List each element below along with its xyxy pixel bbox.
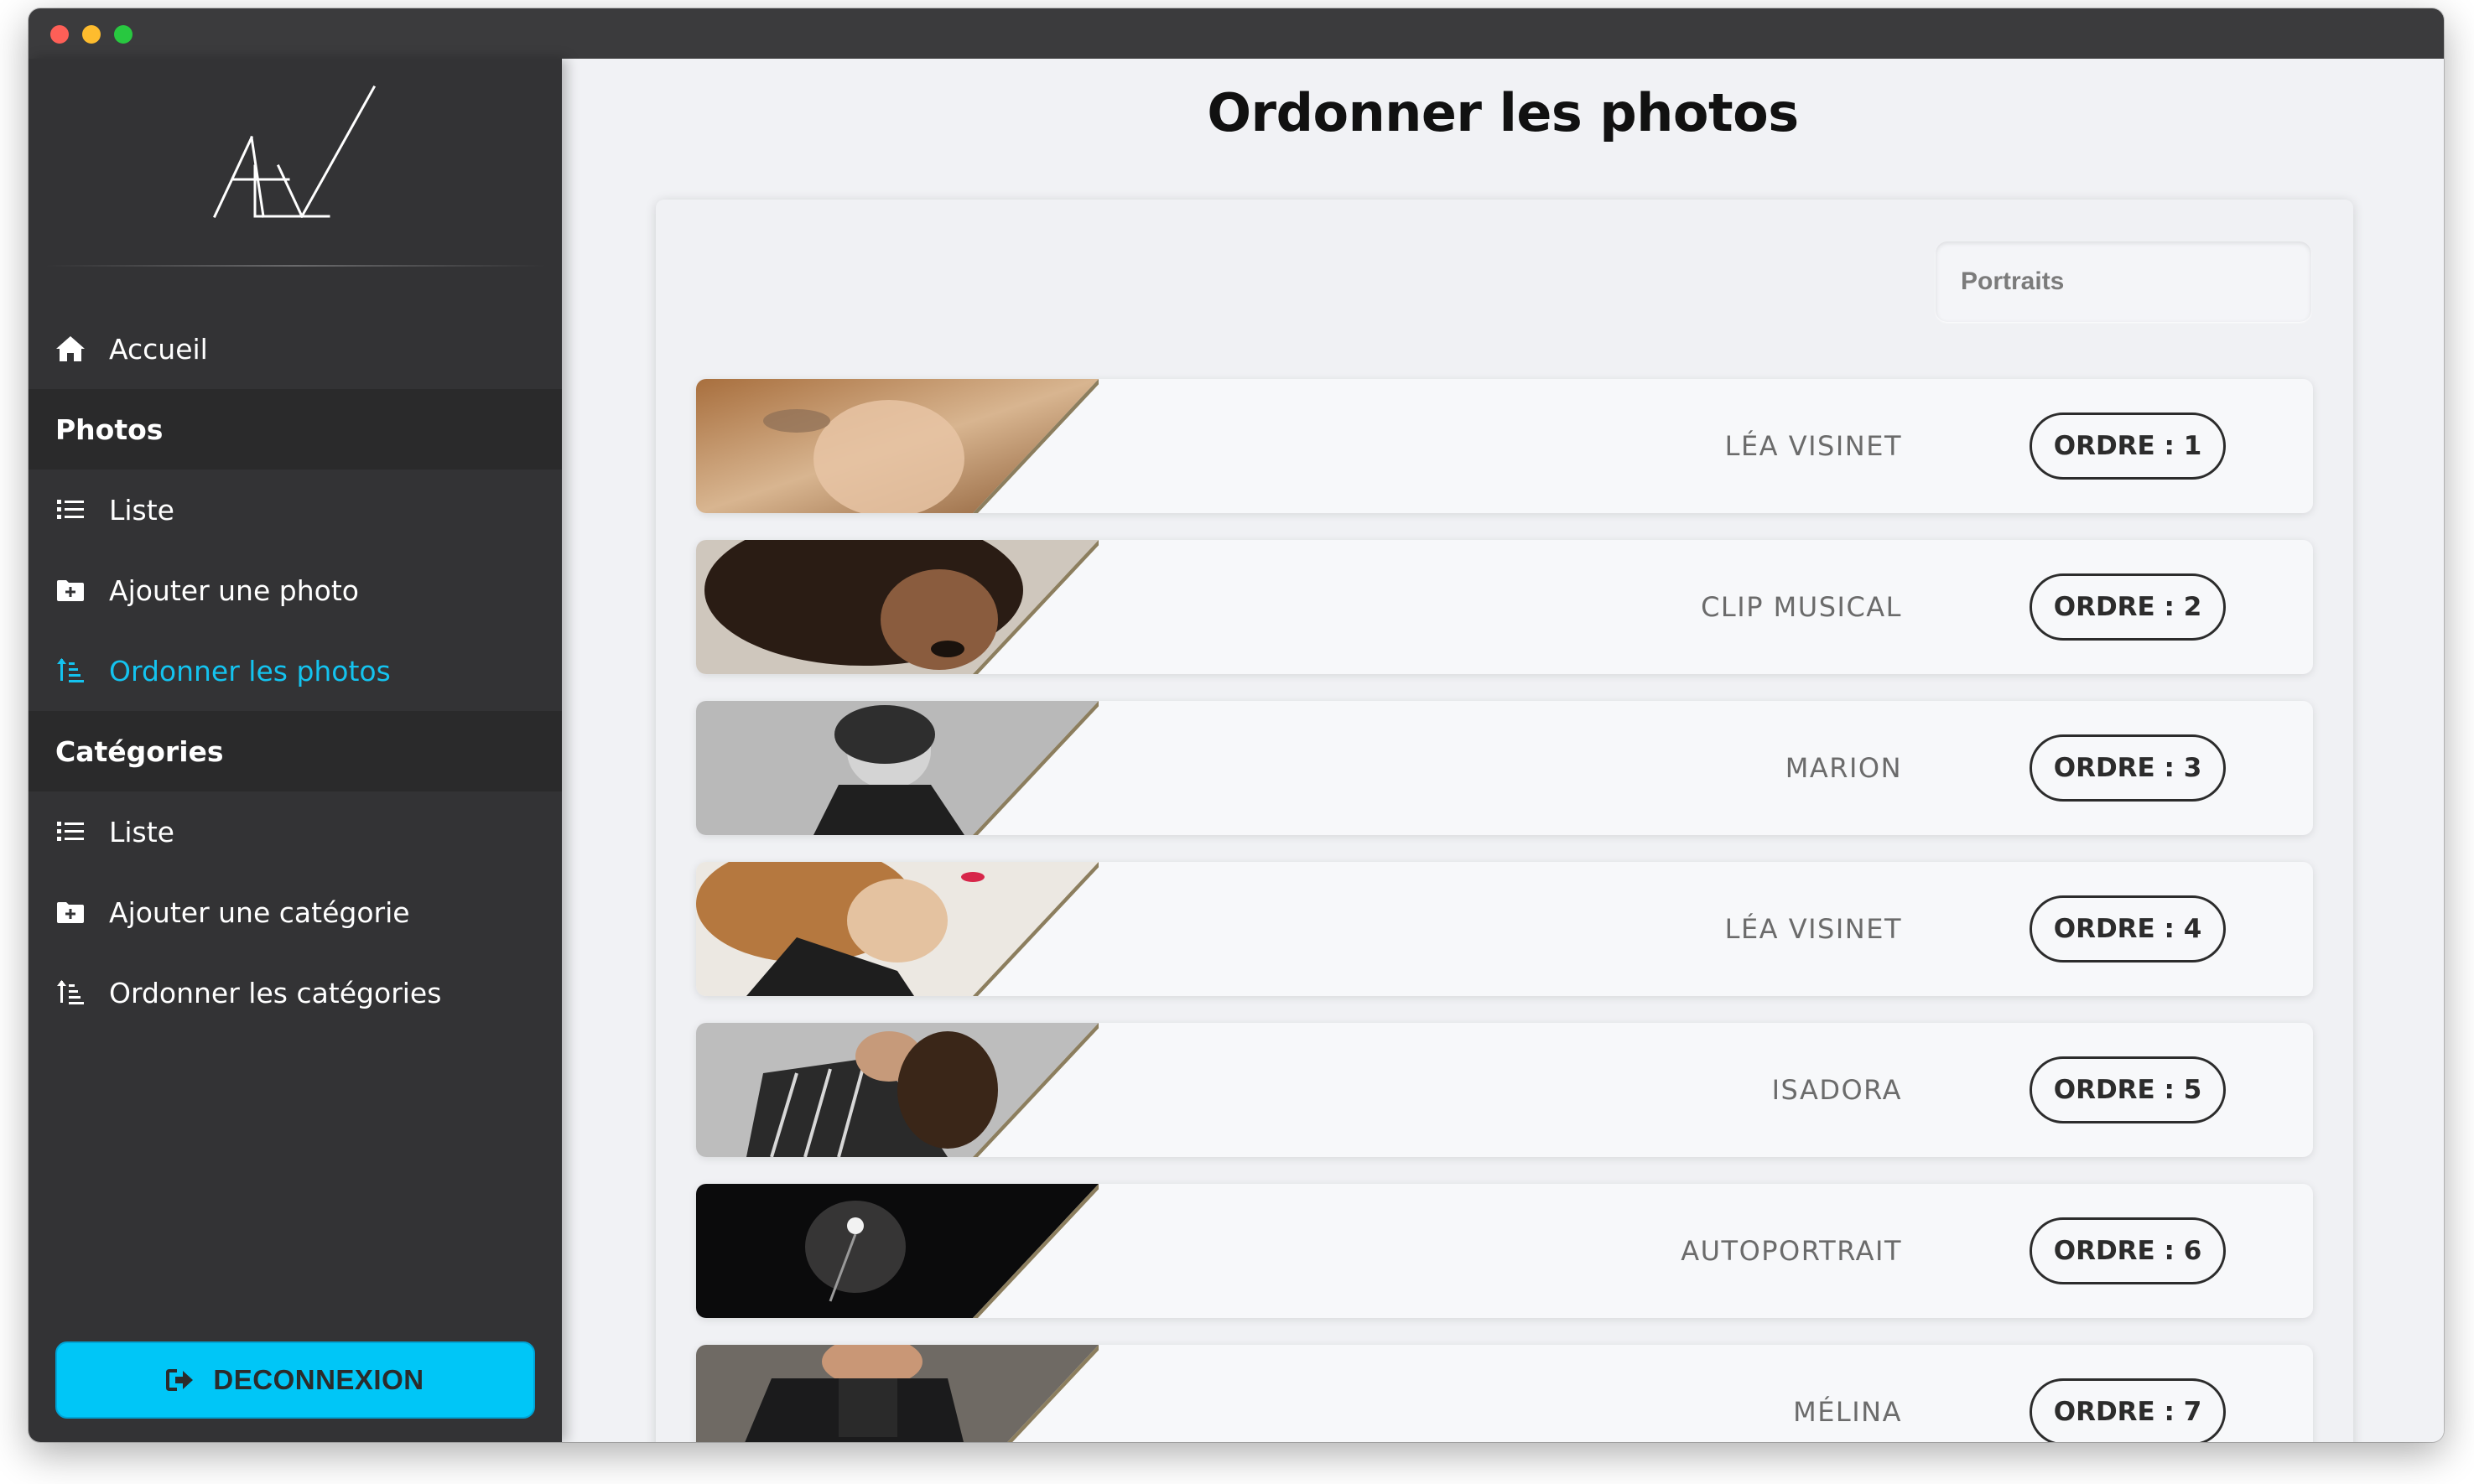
photo-thumbnail	[696, 1023, 1099, 1157]
main-content: Ordonner les photos Portraits LÉA VISINE…	[562, 59, 2444, 1442]
order-button[interactable]: ORDRE : 3	[2030, 734, 2226, 802]
nav-photos-liste[interactable]: Liste	[29, 470, 562, 550]
title-bar	[29, 8, 2444, 59]
nav-ordonner-categories[interactable]: Ordonner les catégories	[29, 952, 562, 1033]
nav-categories-liste-label: Liste	[109, 815, 174, 848]
nav-accueil[interactable]: Accueil	[29, 309, 562, 389]
nav-photos-liste-label: Liste	[109, 493, 174, 527]
logo	[213, 86, 377, 219]
close-window-button[interactable]	[50, 25, 69, 44]
folder-plus-icon	[54, 901, 87, 923]
order-button[interactable]: ORDRE : 5	[2030, 1056, 2226, 1123]
section-categories: Catégories	[29, 711, 562, 791]
photo-name: ISADORA	[1771, 1074, 1902, 1106]
photo-thumbnail	[696, 1184, 1099, 1318]
photo-row[interactable]: MARION ORDRE : 3	[696, 701, 2313, 835]
photo-row[interactable]: LÉA VISINET ORDRE : 4	[696, 862, 2313, 996]
nav-ajouter-photo[interactable]: Ajouter une photo	[29, 550, 562, 630]
nav-categories-liste[interactable]: Liste	[29, 791, 562, 872]
photo-name: CLIP MUSICAL	[1701, 591, 1902, 623]
nav-ordonner-photos[interactable]: Ordonner les photos	[29, 630, 562, 711]
section-photos: Photos	[29, 389, 562, 470]
photo-thumbnail	[696, 862, 1099, 996]
home-icon	[54, 335, 87, 363]
order-button[interactable]: ORDRE : 4	[2030, 895, 2226, 963]
list-icon	[54, 498, 87, 521]
photo-name: MÉLINA	[1793, 1396, 1902, 1428]
list-icon	[54, 820, 87, 843]
app-window: Accueil Photos Liste Ajouter une photo O…	[29, 8, 2444, 1442]
maximize-window-button[interactable]	[114, 25, 133, 44]
nav-accueil-label: Accueil	[109, 332, 208, 366]
order-button[interactable]: ORDRE : 2	[2030, 573, 2226, 641]
photo-row[interactable]: AUTOPORTRAIT ORDRE : 6	[696, 1184, 2313, 1318]
folder-plus-icon	[54, 579, 87, 601]
logo-divider	[45, 265, 545, 267]
nav-ordonner-photos-label: Ordonner les photos	[109, 654, 391, 688]
photo-row[interactable]: ISADORA ORDRE : 5	[696, 1023, 2313, 1157]
sort-order-icon	[54, 657, 87, 684]
nav-ordonner-categories-label: Ordonner les catégories	[109, 976, 442, 1009]
photo-name: MARION	[1785, 752, 1902, 784]
sidebar: Accueil Photos Liste Ajouter une photo O…	[29, 59, 562, 1442]
category-select[interactable]: Portraits	[1936, 241, 2311, 322]
photo-name: AUTOPORTRAIT	[1681, 1235, 1902, 1267]
photo-order-panel: Portraits LÉA VISINET ORDRE : 1 CLIP MUS…	[656, 200, 2353, 1442]
sort-order-icon	[54, 979, 87, 1006]
photo-row[interactable]: LÉA VISINET ORDRE : 1	[696, 379, 2313, 513]
photo-row[interactable]: MÉLINA ORDRE : 7	[696, 1345, 2313, 1442]
photo-thumbnail	[696, 701, 1099, 835]
nav-ajouter-photo-label: Ajouter une photo	[109, 573, 359, 607]
page-title: Ordonner les photos	[1207, 82, 1799, 143]
logout-button[interactable]: DECONNEXION	[55, 1341, 535, 1419]
order-button[interactable]: ORDRE : 1	[2030, 413, 2226, 480]
nav-ajouter-categorie[interactable]: Ajouter une catégorie	[29, 872, 562, 952]
photo-name: LÉA VISINET	[1724, 430, 1902, 462]
sign-out-icon	[166, 1368, 195, 1392]
photo-row[interactable]: CLIP MUSICAL ORDRE : 2	[696, 540, 2313, 674]
order-button[interactable]: ORDRE : 6	[2030, 1217, 2226, 1284]
minimize-window-button[interactable]	[82, 25, 101, 44]
photo-thumbnail	[696, 540, 1099, 674]
photo-thumbnail	[696, 379, 1099, 513]
photo-name: LÉA VISINET	[1724, 913, 1902, 945]
logout-label: DECONNEXION	[213, 1364, 424, 1395]
photo-thumbnail	[696, 1345, 1099, 1442]
order-button[interactable]: ORDRE : 7	[2030, 1378, 2226, 1442]
nav-ajouter-categorie-label: Ajouter une catégorie	[109, 895, 410, 929]
